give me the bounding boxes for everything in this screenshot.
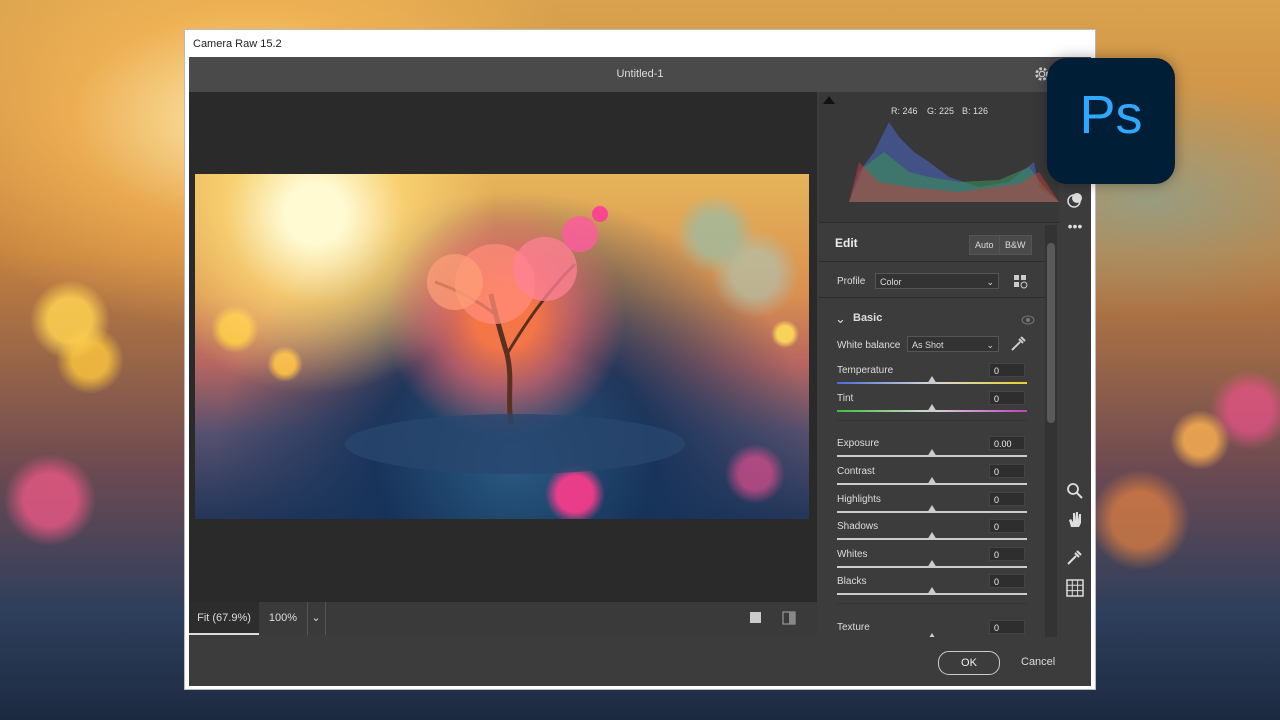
chevron-down-icon: ⌄ [986,277,994,287]
slider-thumb[interactable] [927,477,937,485]
slider-thumb[interactable] [927,505,937,513]
camera-raw-dialog: Untitled-1 Fit (67.9%) 100% ⌄ R: 246 G: … [189,57,1091,686]
document-title: Untitled-1 [616,68,664,80]
right-panel: R: 246 G: 225 B: 126 Edit Auto B&W Profi… [819,92,1059,637]
slider-thumb[interactable] [927,560,937,568]
dialog-header: Untitled-1 [189,57,1091,92]
slider-value-input[interactable]: 0 [989,519,1025,533]
photoshop-logo: Ps [1047,58,1175,184]
zoom-100-button[interactable]: 100% [259,602,308,635]
slider-value-input[interactable]: 0 [989,492,1025,506]
slider-thumb[interactable] [927,587,937,595]
cancel-button[interactable]: Cancel [1021,651,1055,673]
tree-illustration [345,206,685,474]
profile-dropdown[interactable]: Color ⌄ [875,273,999,289]
white-balance-dropdown[interactable]: As Shot ⌄ [907,336,999,352]
zoom-dropdown-chevron-icon[interactable]: ⌄ [307,602,326,635]
zoom-bar: Fit (67.9%) 100% ⌄ [189,602,817,635]
slider-value-input[interactable]: 0 [989,464,1025,478]
visibility-icon[interactable] [1021,315,1035,325]
slider-thumb[interactable] [927,376,937,384]
color-sampler-icon[interactable] [1065,547,1085,567]
eyedropper-icon[interactable] [1009,335,1027,353]
histogram-graph [849,122,1059,202]
slider-value-input[interactable]: 0 [989,574,1025,588]
edit-header: Edit Auto B&W [819,225,1045,261]
more-icon[interactable]: ••• [1065,216,1085,236]
profile-browser-icon[interactable] [1013,274,1029,290]
slider-label: Texture [837,622,870,633]
divider [837,603,1027,604]
panel-scrollbar[interactable] [1045,225,1057,637]
zoom-icon[interactable] [1065,481,1085,501]
slider-label: Temperature [837,365,894,376]
edit-title: Edit [835,236,858,250]
divider [837,420,1027,421]
divider [819,261,1045,262]
edit-panel: Edit Auto B&W Profile Color ⌄ ⌄ Basic Wh… [819,225,1045,637]
histogram: R: 246 G: 225 B: 126 [819,92,1059,223]
before-after-icon[interactable] [782,611,796,625]
slider-label: Highlights [837,494,881,505]
basic-section-title: Basic [853,312,883,324]
camera-raw-window: Camera Raw 15.2 Untitled-1 Fit (67.9%) 1… [184,29,1096,690]
slider-thumb[interactable] [927,449,937,457]
slider-label: Blacks [837,576,867,587]
slider-value-input[interactable]: 0 [989,547,1025,561]
scrollbar-thumb[interactable] [1047,243,1055,423]
bw-button[interactable]: B&W [999,235,1032,255]
single-view-icon[interactable] [749,611,763,625]
grid-icon[interactable] [1065,578,1085,598]
slider-label: Tint [837,393,854,404]
image-preview-area [189,92,817,602]
profile-label: Profile [837,276,866,287]
auto-button[interactable]: Auto [969,235,1000,255]
photo-preview [195,174,809,519]
slider-value-input[interactable]: 0 [989,391,1025,405]
dialog-footer: OK Cancel [189,637,1091,686]
masking-icon[interactable] [1065,190,1085,210]
white-balance-value: As Shot [912,340,944,350]
divider [819,297,1045,298]
profile-value: Color [880,277,902,287]
chevron-down-icon: ⌄ [986,340,994,350]
ok-button[interactable]: OK [938,651,1000,675]
basic-collapse-chevron-icon[interactable]: ⌄ [835,311,846,327]
slider-thumb[interactable] [927,404,937,412]
slider-label: Contrast [837,466,875,477]
slider-label: Exposure [837,438,880,449]
slider-label: Shadows [837,521,879,532]
slider-value-input[interactable]: 0.00 [989,436,1025,450]
logo-text: Ps [1079,85,1143,145]
slider-thumb[interactable] [927,532,937,540]
slider-value-input[interactable]: 0 [989,620,1025,634]
window-title: Camera Raw 15.2 [193,38,282,50]
slider-label: Whites [837,549,868,560]
zoom-fit-button[interactable]: Fit (67.9%) [189,602,259,635]
white-balance-label: White balance [837,340,901,351]
slider-value-input[interactable]: 0 [989,363,1025,377]
hand-icon[interactable] [1065,510,1085,530]
